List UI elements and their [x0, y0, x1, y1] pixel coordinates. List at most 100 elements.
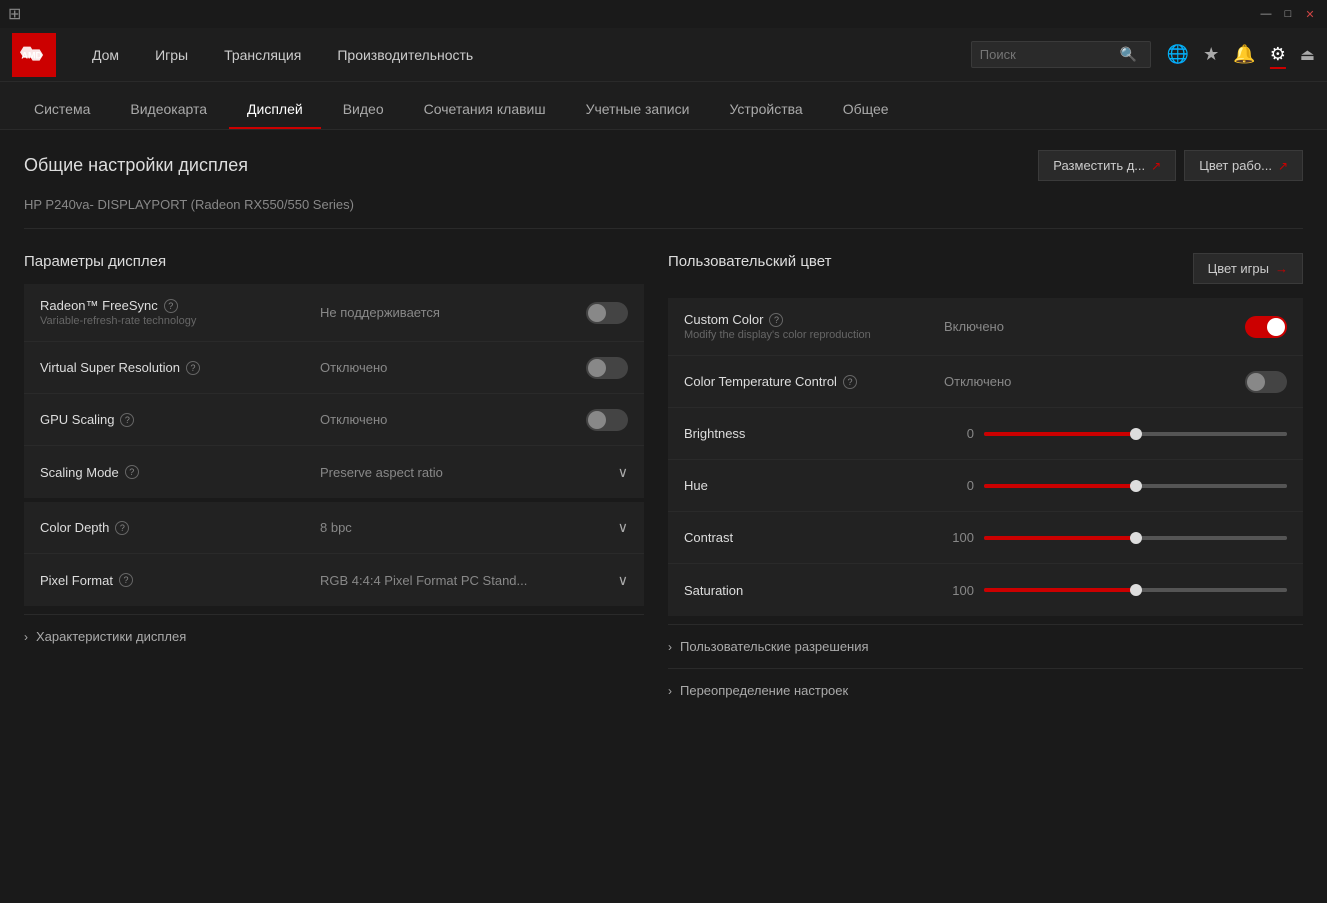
search-input[interactable]	[980, 47, 1120, 62]
custom-color-sub: Modify the display's color reproduction	[684, 329, 944, 341]
color-temp-row: Color Temperature Control ? Отключено	[668, 356, 1303, 408]
color-settings-panel: Custom Color ? Modify the display's colo…	[668, 298, 1303, 616]
exit-icon[interactable]: ⏏	[1300, 45, 1315, 65]
arrange-ext-icon: ↗	[1151, 159, 1161, 173]
maximize-button[interactable]: □	[1279, 5, 1297, 23]
saturation-thumb[interactable]	[1130, 584, 1142, 596]
game-color-label: Цвет игры	[1208, 261, 1269, 276]
saturation-fill-right	[1136, 588, 1288, 592]
brightness-thumb[interactable]	[1130, 428, 1142, 440]
minimize-button[interactable]: —	[1257, 5, 1275, 23]
left-panel: Параметры дисплея Radeon™ FreeSync ? Var…	[24, 253, 644, 712]
color-depth-dropdown[interactable]: ∨	[618, 519, 628, 536]
nav-streaming[interactable]: Трансляция	[208, 39, 317, 71]
gpu-scaling-label: GPU Scaling	[40, 412, 114, 427]
color-depth-help-icon[interactable]: ?	[115, 521, 129, 535]
gpu-scaling-toggle[interactable]	[586, 409, 628, 431]
tab-system[interactable]: Система	[16, 91, 108, 129]
custom-color-help-icon[interactable]: ?	[769, 313, 783, 327]
app-logo-small: ⊞	[8, 4, 21, 24]
brightness-fill-left	[984, 432, 1136, 436]
tab-display[interactable]: Дисплей	[229, 91, 321, 129]
saturation-slider[interactable]	[984, 588, 1287, 592]
tab-hotkeys[interactable]: Сочетания клавиш	[406, 91, 564, 129]
vsr-toggle[interactable]	[586, 357, 628, 379]
color-temp-help-icon[interactable]: ?	[843, 375, 857, 389]
right-section-title: Пользовательский цвет	[668, 253, 831, 270]
freesync-toggle[interactable]	[586, 302, 628, 324]
freesync-help-icon[interactable]: ?	[164, 299, 178, 313]
contrast-thumb[interactable]	[1130, 532, 1142, 544]
freesync-row: Radeon™ FreeSync ? Variable-refresh-rate…	[24, 284, 644, 342]
override-arrow-icon: ›	[668, 684, 672, 698]
nav-games[interactable]: Игры	[139, 39, 204, 71]
title-bar: ⊞ — □ ✕	[0, 0, 1327, 28]
hue-slider-container: 0	[944, 478, 1287, 493]
scaling-mode-help-icon[interactable]: ?	[125, 465, 139, 479]
custom-res-label: Пользовательские разрешения	[680, 639, 869, 654]
tab-video[interactable]: Видео	[325, 91, 402, 129]
vsr-help-icon[interactable]: ?	[186, 361, 200, 375]
star-icon[interactable]: ★	[1203, 44, 1219, 65]
scaling-mode-value: Preserve aspect ratio	[320, 465, 618, 480]
display-characteristics-collapse[interactable]: › Характеристики дисплея	[24, 614, 644, 658]
brightness-value: 0	[944, 426, 974, 441]
game-color-arrow-icon: →	[1275, 261, 1288, 276]
tab-bar: Система Видеокарта Дисплей Видео Сочетан…	[0, 82, 1327, 130]
characteristics-arrow-icon: ›	[24, 630, 28, 644]
brightness-row: Brightness 0	[668, 408, 1303, 460]
pixel-format-help-icon[interactable]: ?	[119, 573, 133, 587]
tab-accounts[interactable]: Учетные записи	[568, 91, 708, 129]
color-depth-label: Color Depth	[40, 520, 109, 535]
search-icon[interactable]: 🔍	[1120, 46, 1137, 63]
brightness-label: Brightness	[684, 426, 745, 441]
gpu-scaling-value: Отключено	[320, 412, 586, 427]
contrast-slider[interactable]	[984, 536, 1287, 540]
tab-gpu[interactable]: Видеокарта	[112, 91, 225, 129]
globe-icon[interactable]: 🌐	[1167, 44, 1189, 65]
custom-resolutions-collapse[interactable]: › Пользовательские разрешения	[668, 624, 1303, 668]
custom-res-arrow-icon: ›	[668, 640, 672, 654]
gear-icon[interactable]: ⚙	[1270, 44, 1286, 65]
nav-home[interactable]: Дом	[76, 39, 135, 71]
hue-fill-right	[1136, 484, 1288, 488]
custom-color-value: Включено	[944, 319, 1245, 334]
saturation-slider-container: 100	[944, 583, 1287, 598]
characteristics-label: Характеристики дисплея	[36, 629, 186, 644]
hue-label: Hue	[684, 478, 708, 493]
brightness-slider[interactable]	[984, 432, 1287, 436]
scaling-mode-dropdown[interactable]: ∨	[618, 464, 628, 481]
custom-color-label: Custom Color	[684, 312, 763, 327]
override-settings-collapse[interactable]: › Переопределение настроек	[668, 668, 1303, 712]
custom-color-toggle[interactable]	[1245, 316, 1287, 338]
color-temp-value: Отключено	[944, 374, 1245, 389]
tab-devices[interactable]: Устройства	[711, 91, 820, 129]
bell-icon[interactable]: 🔔	[1233, 44, 1255, 65]
freesync-sub: Variable-refresh-rate technology	[40, 315, 320, 327]
tab-general[interactable]: Общее	[825, 91, 907, 129]
freesync-label: Radeon™ FreeSync	[40, 298, 158, 313]
contrast-fill-right	[1136, 536, 1288, 540]
arrange-displays-button[interactable]: Разместить д... ↗	[1038, 150, 1176, 181]
gpu-scaling-help-icon[interactable]: ?	[120, 413, 134, 427]
scaling-mode-arrow: ∨	[618, 464, 628, 481]
close-button[interactable]: ✕	[1301, 5, 1319, 23]
color-depth-row: Color Depth ? 8 bpc ∨	[24, 502, 644, 554]
top-icons: 🌐 ★ 🔔 ⚙ ⏏	[1167, 44, 1315, 65]
left-section-title: Параметры дисплея	[24, 253, 644, 270]
nav-performance[interactable]: Производительность	[321, 39, 489, 71]
game-color-button[interactable]: Цвет игры →	[1193, 253, 1303, 284]
color-ext-icon: ↗	[1278, 159, 1288, 173]
right-panel: Пользовательский цвет Цвет игры → Custom…	[668, 253, 1303, 712]
header-buttons: Разместить д... ↗ Цвет рабо... ↗	[1038, 150, 1303, 181]
vsr-value: Отключено	[320, 360, 586, 375]
hue-row: Hue 0	[668, 460, 1303, 512]
page-header: Общие настройки дисплея Разместить д... …	[24, 150, 1303, 181]
hue-thumb[interactable]	[1130, 480, 1142, 492]
hue-slider[interactable]	[984, 484, 1287, 488]
contrast-slider-container: 100	[944, 530, 1287, 545]
override-label: Переопределение настроек	[680, 683, 848, 698]
pixel-format-dropdown[interactable]: ∨	[618, 572, 628, 589]
color-workspace-button[interactable]: Цвет рабо... ↗	[1184, 150, 1303, 181]
color-temp-toggle[interactable]	[1245, 371, 1287, 393]
